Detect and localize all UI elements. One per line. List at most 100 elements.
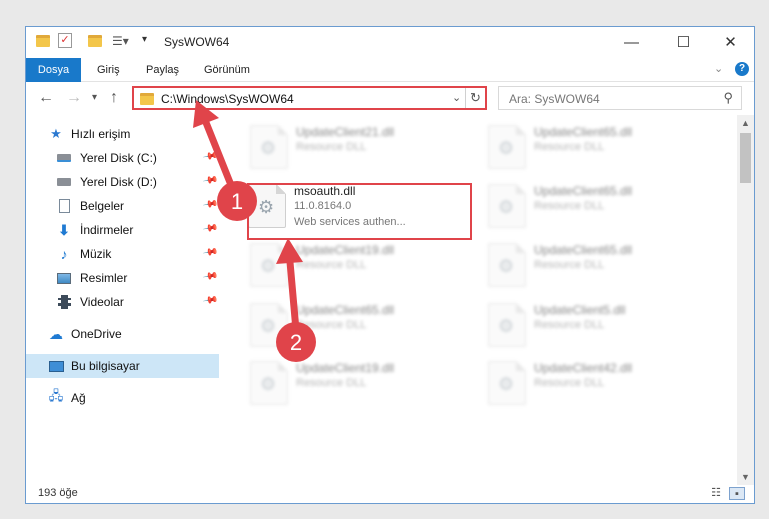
sidebar-item-label: Bu bilgisayar: [71, 359, 140, 373]
dll-file-icon: [488, 243, 526, 287]
refresh-icon[interactable]: ↻: [465, 88, 485, 108]
sidebar-item-documents[interactable]: Belgeler 📌: [26, 194, 219, 218]
address-dropdown-icon[interactable]: ⌄: [452, 91, 461, 104]
download-icon: ⬇: [58, 221, 70, 238]
file-type: Resource DLL: [296, 319, 367, 331]
up-arrow-icon[interactable]: ↑: [110, 89, 118, 107]
sidebar-item-label: Resimler: [80, 271, 128, 285]
properties-icon[interactable]: ✓: [58, 33, 72, 48]
network-icon: 🖧: [48, 388, 64, 403]
tab-home[interactable]: Giriş: [97, 58, 120, 82]
file-name: UpdateClient65.dll: [534, 125, 633, 139]
cloud-icon: ☁: [49, 325, 63, 342]
ribbon-tabs: Dosya Giriş Paylaş Görünüm ⌄ ?: [26, 58, 754, 82]
pin-icon: 📌: [201, 244, 219, 261]
scroll-up-icon[interactable]: ▲: [737, 115, 754, 131]
details-view-icon[interactable]: ☷: [708, 487, 724, 500]
file-item[interactable]: UpdateClient21.dll Resource DLL: [244, 121, 464, 177]
scroll-thumb[interactable]: [740, 133, 751, 183]
sidebar-item-videos[interactable]: Videolar 📌: [26, 290, 219, 314]
file-item[interactable]: UpdateClient65.dll Resource DLL: [244, 299, 464, 355]
search-placeholder: Ara: SysWOW64: [509, 92, 600, 106]
file-type: Resource DLL: [534, 200, 605, 212]
title-bar: ✓ ☰▾ ▾ SysWOW64 — ☐ ✕: [26, 27, 754, 58]
pin-icon: 📌: [201, 292, 219, 309]
maximize-button[interactable]: ☐: [661, 27, 706, 57]
dll-file-icon: [488, 125, 526, 169]
file-item[interactable]: UpdateClient65.dll Resource DLL: [482, 121, 702, 177]
sidebar-item-network[interactable]: 🖧 Ağ: [26, 386, 219, 410]
file-name: UpdateClient65.dll: [534, 184, 633, 198]
expand-ribbon-icon[interactable]: ⌄: [714, 62, 723, 75]
dll-file-icon: [488, 303, 526, 347]
pictures-icon: [56, 270, 72, 286]
sidebar-item-this-pc[interactable]: Bu bilgisayar: [26, 354, 219, 378]
sidebar-item-music[interactable]: ♪ Müzik 📌: [26, 242, 219, 266]
sidebar-item-label: Hızlı erişim: [71, 127, 131, 141]
quick-access-dropdown-icon[interactable]: ▾: [142, 34, 147, 45]
navigation-bar: ← → ▾ ↑ C:\Windows\SysWOW64 ⌄ ↻ Ara: Sys…: [26, 83, 754, 115]
tab-share[interactable]: Paylaş: [146, 58, 179, 82]
sidebar-item-local-disk-c[interactable]: Yerel Disk (C:) 📌: [26, 146, 219, 170]
file-list: UpdateClient21.dll Resource DLL UpdateCl…: [238, 115, 738, 485]
minimize-button[interactable]: —: [609, 27, 654, 57]
item-count: 193 öğe: [38, 487, 78, 499]
file-name: UpdateClient42.dll: [534, 361, 633, 375]
file-highlight-box: [247, 183, 472, 240]
dll-file-icon: [250, 125, 288, 169]
file-name: UpdateClient65.dll: [296, 303, 395, 317]
file-type: Resource DLL: [296, 141, 367, 153]
file-item[interactable]: UpdateClient19.dll Resource DLL: [244, 239, 464, 295]
explorer-window: ✓ ☰▾ ▾ SysWOW64 — ☐ ✕ Dosya Giriş Paylaş…: [25, 26, 755, 504]
new-folder-icon[interactable]: [88, 35, 102, 47]
tab-view[interactable]: Görünüm: [204, 58, 250, 82]
large-icons-view-icon[interactable]: ▪: [729, 487, 745, 500]
file-name: UpdateClient5.dll: [534, 303, 626, 317]
close-button[interactable]: ✕: [708, 27, 753, 57]
sidebar-item-pictures[interactable]: Resimler 📌: [26, 266, 219, 290]
recent-locations-icon[interactable]: ▾: [92, 92, 97, 103]
video-icon: [56, 294, 72, 310]
sidebar-item-label: Ağ: [71, 391, 86, 405]
sidebar-item-onedrive[interactable]: ☁ OneDrive: [26, 322, 219, 346]
file-item[interactable]: UpdateClient65.dll Resource DLL: [482, 239, 702, 295]
file-item[interactable]: UpdateClient5.dll Resource DLL: [482, 299, 702, 355]
folder-icon: [36, 35, 50, 47]
dll-file-icon: [488, 184, 526, 228]
documents-icon: [56, 198, 72, 214]
search-input[interactable]: Ara: SysWOW64 ⚲: [498, 86, 742, 110]
file-item[interactable]: UpdateClient19.dll Resource DLL: [244, 357, 464, 413]
search-icon[interactable]: ⚲: [723, 90, 733, 106]
star-icon: ★: [50, 126, 62, 141]
pin-icon: 📌: [201, 220, 219, 237]
sidebar-item-label: Yerel Disk (D:): [80, 175, 157, 189]
file-name: UpdateClient21.dll: [296, 125, 395, 139]
forward-arrow-icon[interactable]: →: [66, 89, 82, 107]
address-bar[interactable]: C:\Windows\SysWOW64 ⌄ ↻: [132, 86, 487, 110]
music-icon: ♪: [60, 246, 68, 262]
help-icon[interactable]: ?: [735, 62, 749, 76]
sidebar-item-downloads[interactable]: ⬇ İndirmeler 📌: [26, 218, 219, 242]
sidebar-item-label: Belgeler: [80, 199, 125, 213]
tab-file[interactable]: Dosya: [26, 58, 81, 82]
pin-icon: 📌: [201, 172, 219, 189]
sidebar-item-label: Videolar: [80, 295, 124, 309]
file-type: Resource DLL: [296, 259, 367, 271]
customize-toolbar-icon[interactable]: ☰▾: [112, 34, 129, 48]
scroll-down-icon[interactable]: ▼: [737, 469, 754, 485]
vertical-scrollbar[interactable]: ▲ ▼: [737, 115, 754, 485]
back-arrow-icon[interactable]: ←: [38, 89, 54, 107]
file-type: Resource DLL: [534, 141, 605, 153]
file-type: Resource DLL: [296, 377, 367, 389]
sidebar-item-quick-access[interactable]: ★ Hızlı erişim: [26, 122, 219, 146]
status-bar: 193 öğe ☷ ▪: [26, 485, 754, 503]
address-path[interactable]: C:\Windows\SysWOW64: [161, 92, 294, 106]
folder-icon: [140, 93, 154, 105]
sidebar-item-label: Müzik: [80, 247, 112, 261]
pin-icon: 📌: [201, 148, 219, 165]
drive-icon: [56, 174, 72, 190]
sidebar-item-label: Yerel Disk (C:): [80, 151, 157, 165]
sidebar-item-local-disk-d[interactable]: Yerel Disk (D:) 📌: [26, 170, 219, 194]
file-item[interactable]: UpdateClient65.dll Resource DLL: [482, 180, 702, 236]
file-item[interactable]: UpdateClient42.dll Resource DLL: [482, 357, 702, 413]
